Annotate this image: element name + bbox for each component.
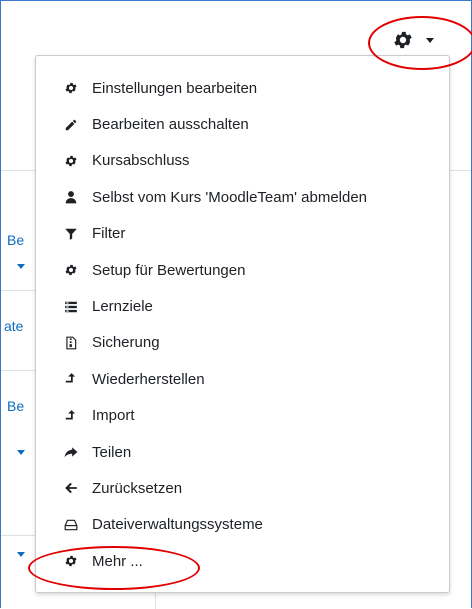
menu-item-setup-fur-bewertungen[interactable]: Setup für Bewertungen	[36, 252, 449, 288]
chevron-down-icon[interactable]	[17, 450, 25, 455]
menu-item-label: Setup für Bewertungen	[92, 261, 246, 279]
archive-file-icon	[64, 336, 78, 350]
menu-item-filter[interactable]: Filter	[36, 216, 449, 252]
menu-item-label: Mehr ...	[92, 552, 143, 570]
gear-icon	[392, 29, 414, 51]
chevron-down-icon[interactable]	[17, 264, 25, 269]
menu-item-einstellungen-bearbeiten[interactable]: Einstellungen bearbeiten	[36, 70, 449, 106]
menu-item-label: Dateiverwaltungssysteme	[92, 516, 263, 534]
menu-item-label: Wiederherstellen	[92, 370, 205, 388]
menu-item-sicherung[interactable]: Sicherung	[36, 325, 449, 361]
course-settings-menu: Einstellungen bearbeiten Bearbeiten aussc…	[35, 55, 450, 593]
share-icon	[64, 445, 78, 459]
menu-item-label: Kursabschluss	[92, 152, 190, 170]
filter-icon	[64, 227, 78, 241]
menu-item-selbst-vom-kurs-moodleteam-abmelden[interactable]: Selbst vom Kurs 'MoodleTeam' abmelden	[36, 179, 449, 215]
background-label[interactable]: ate	[4, 318, 23, 334]
user-icon	[64, 190, 78, 204]
menu-item-kursabschluss[interactable]: Kursabschluss	[36, 143, 449, 179]
menu-item-mehr[interactable]: Mehr ...	[36, 543, 449, 579]
menu-item-label: Einstellungen bearbeiten	[92, 79, 258, 97]
menu-item-import[interactable]: Import	[36, 398, 449, 434]
menu-item-label: Sicherung	[92, 334, 160, 352]
menu-item-label: Zurücksetzen	[92, 479, 183, 497]
menu-item-teilen[interactable]: Teilen	[36, 434, 449, 470]
course-settings-button[interactable]	[392, 22, 462, 58]
background-label[interactable]: Be	[7, 398, 24, 414]
menu-item-label: Bearbeiten ausschalten	[92, 116, 249, 134]
menu-item-label: Filter	[92, 225, 126, 243]
menu-item-label: Lernziele	[92, 298, 153, 316]
gear-icon	[64, 263, 78, 277]
pencil-icon	[64, 118, 78, 132]
chevron-down-icon[interactable]	[17, 552, 25, 557]
menu-item-zurucksetzen[interactable]: Zurücksetzen	[36, 470, 449, 506]
chevron-down-icon	[426, 37, 434, 43]
section-divider	[1, 290, 35, 291]
drive-icon	[64, 518, 78, 532]
menu-item-label: Selbst vom Kurs 'MoodleTeam' abmelden	[92, 188, 368, 206]
background-label[interactable]: Be	[7, 232, 24, 248]
menu-list: Einstellungen bearbeiten Bearbeiten aussc…	[36, 56, 449, 579]
upload-arrow-icon	[64, 372, 78, 386]
gear-icon	[64, 81, 78, 95]
menu-item-label: Teilen	[92, 443, 132, 461]
menu-item-lernziele[interactable]: Lernziele	[36, 288, 449, 324]
menu-item-bearbeiten-ausschalten[interactable]: Bearbeiten ausschalten	[36, 106, 449, 142]
section-divider	[1, 535, 35, 536]
upload-arrow-icon	[64, 409, 78, 423]
list-icon	[64, 300, 78, 314]
menu-item-wiederherstellen[interactable]: Wiederherstellen	[36, 361, 449, 397]
menu-item-dateiverwaltungssysteme[interactable]: Dateiverwaltungssysteme	[36, 507, 449, 543]
section-divider	[1, 370, 35, 371]
gear-icon	[64, 154, 78, 168]
gear-icon	[64, 554, 78, 568]
menu-item-label: Import	[92, 407, 135, 425]
arrow-left-icon	[64, 481, 78, 495]
